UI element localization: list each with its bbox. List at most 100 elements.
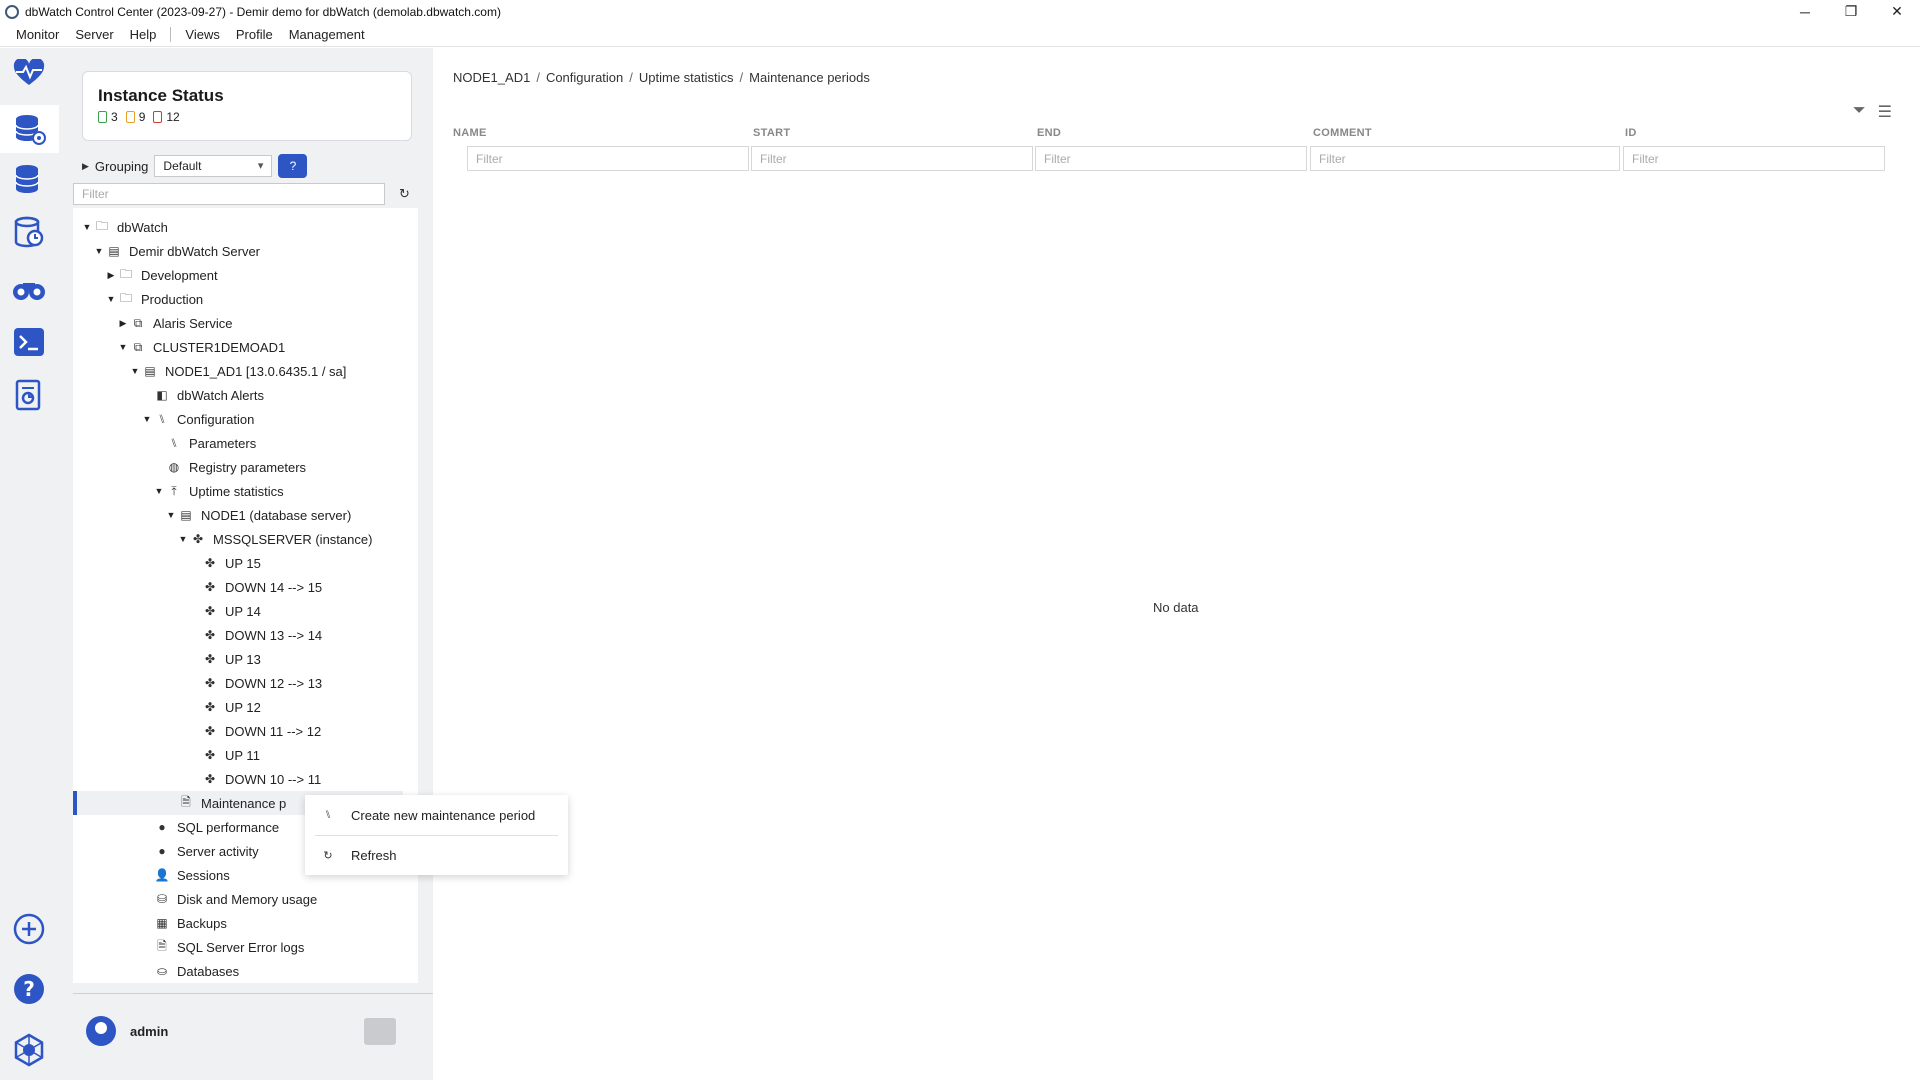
refresh-menu-item[interactable]: ↻ Refresh [305,838,568,872]
grouping-select[interactable]: Default [154,155,273,177]
tree-item[interactable]: ▼ 🗀 dbWatch [73,215,403,239]
breadcrumb-item[interactable]: Configuration [546,70,623,85]
grouping-expand-icon[interactable]: ▶ [82,161,89,172]
menu-help[interactable]: Help [122,27,165,42]
database-gear-icon[interactable] [0,105,59,153]
instance-status-card[interactable]: Instance Status 3 9 12 [82,71,412,141]
terminal-icon[interactable] [10,323,48,361]
tree-item[interactable]: ✤ UP 11 [73,743,403,767]
expand-arrow-icon[interactable]: ▶ [105,270,117,281]
menu-icon[interactable]: ☰ [1878,102,1892,122]
minimize-button[interactable]: ─ [1782,0,1828,23]
tree-item-label: NODE1 (database server) [201,507,352,523]
collapse-arrow-icon[interactable]: ▼ [177,534,189,544]
grouping-help-button[interactable]: ? [278,154,308,178]
help-circle-icon[interactable]: ? [10,970,48,1008]
menu-management[interactable]: Management [281,27,373,42]
tree-item-label: UP 15 [225,555,261,571]
collapse-arrow-icon[interactable]: ▼ [153,486,165,496]
tree-item-label: DOWN 14 --> 15 [225,579,323,595]
refresh-icon[interactable]: ↻ [399,186,410,202]
filter-comment-input[interactable]: Filter [1310,146,1620,171]
breadcrumb-item[interactable]: Maintenance periods [749,70,870,85]
menu-views[interactable]: Views [177,27,227,42]
binoculars-icon[interactable] [10,270,48,308]
column-header-end[interactable]: END [1037,127,1061,139]
tree-item[interactable]: ▼ ⤒ Uptime statistics [73,479,403,503]
tree-item-label: dbWatch Alerts [177,387,264,403]
tree-item[interactable]: ✤ UP 13 [73,647,403,671]
breadcrumb-item[interactable]: NODE1_AD1 [453,70,530,85]
tree-node-icon: ◧ [156,388,168,402]
tree-item-label: MSSQLSERVER (instance) [213,531,373,547]
tree-item[interactable]: ▦ Backups [73,911,403,935]
column-header-name[interactable]: NAME [453,127,487,139]
tree-item[interactable]: ✤ DOWN 11 --> 12 [73,719,403,743]
tree-item[interactable]: ▼ ▤ NODE1_AD1 [13.0.6435.1 / sa] [73,359,403,383]
add-circle-icon[interactable] [10,910,48,948]
tree-item[interactable]: ▶ ⧉ Alaris Service [73,311,403,335]
app-logo-icon [5,4,19,19]
tree-item[interactable]: ▼ ▤ Demir dbWatch Server [73,239,403,263]
expand-arrow-icon[interactable]: ▶ [117,318,129,329]
tree-item[interactable]: ⛀ Databases [73,959,403,983]
tree-node-icon: 🗀 [119,290,132,305]
tree-item[interactable]: ▼ ✤ MSSQLSERVER (instance) [73,527,403,551]
tree-item[interactable]: ▼ ⑊ Configuration [73,407,403,431]
tree-node-icon: ▤ [180,508,192,522]
tree-node-icon: ◍ [168,460,180,474]
tree-item[interactable]: ✤ DOWN 10 --> 11 [73,767,403,791]
column-header-id[interactable]: ID [1625,127,1637,139]
tree-node-icon: ⧉ [133,339,143,354]
filter-icon[interactable]: ⏷ [1853,102,1866,122]
report-icon[interactable] [10,376,48,414]
tree-item[interactable]: ▶ 🗀 Development [73,263,403,287]
breadcrumb-separator: / [739,70,744,85]
collapse-arrow-icon[interactable]: ▼ [117,342,129,352]
ok-count: 3 [111,110,118,124]
tree-item[interactable]: ▼ ▤ NODE1 (database server) [73,503,403,527]
collapse-arrow-icon[interactable]: ▼ [129,366,141,376]
collapse-arrow-icon[interactable]: ▼ [165,510,177,520]
column-header-comment[interactable]: COMMENT [1313,127,1372,139]
heartbeat-icon[interactable] [10,54,48,92]
filter-id-input[interactable]: Filter [1623,146,1885,171]
collapse-arrow-icon[interactable]: ▼ [105,294,117,304]
filter-end-input[interactable]: Filter [1035,146,1307,171]
menu-monitor[interactable]: Monitor [0,27,67,42]
avatar[interactable] [86,1016,116,1046]
tree-item[interactable]: 🗎 SQL Server Error logs [73,935,403,959]
collapse-arrow-icon[interactable]: ▼ [141,414,153,424]
database-clock-icon[interactable] [10,213,48,251]
tree-item[interactable]: ✤ UP 12 [73,695,403,719]
tree-item[interactable]: ✤ DOWN 12 --> 13 [73,671,403,695]
tree-item[interactable]: ▼ 🗀 Production [73,287,403,311]
menu-profile[interactable]: Profile [228,27,281,42]
create-maintenance-period-menu-item[interactable]: ⑊ Create new maintenance period [305,798,568,832]
tree-item[interactable]: ✤ UP 14 [73,599,403,623]
settings-hex-icon[interactable] [10,1031,48,1069]
tree-filter-input[interactable]: Filter [73,183,385,205]
tree-item[interactable]: ⑊ Parameters [73,431,403,455]
tree-item[interactable]: ◍ Registry parameters [73,455,403,479]
collapse-arrow-icon[interactable]: ▼ [93,246,105,256]
close-button[interactable]: ✕ [1874,0,1920,23]
column-header-start[interactable]: START [753,127,790,139]
tree-item[interactable]: ⛁ Disk and Memory usage [73,887,403,911]
restore-button[interactable]: ❐ [1828,0,1874,23]
tree-item[interactable]: ✤ DOWN 13 --> 14 [73,623,403,647]
tree-item[interactable]: ▼ ⧉ CLUSTER1DEMOAD1 [73,335,403,359]
filter-name-input[interactable]: Filter [467,146,749,171]
database-stack-icon[interactable] [10,160,48,198]
main-content: NODE1_AD1 / Configuration / Uptime statistic… [433,48,1920,1080]
tree-item-label: Alaris Service [153,315,233,331]
chat-icon[interactable] [364,1018,396,1045]
collapse-arrow-icon[interactable]: ▼ [81,222,93,232]
breadcrumb-item[interactable]: Uptime statistics [639,70,734,85]
tree-item[interactable]: ✤ UP 15 [73,551,403,575]
tree-item[interactable]: ✤ DOWN 14 --> 15 [73,575,403,599]
tree-item[interactable]: ◧ dbWatch Alerts [73,383,403,407]
tree-item-label: Configuration [177,411,255,427]
filter-start-input[interactable]: Filter [751,146,1033,171]
menu-server[interactable]: Server [67,27,121,42]
